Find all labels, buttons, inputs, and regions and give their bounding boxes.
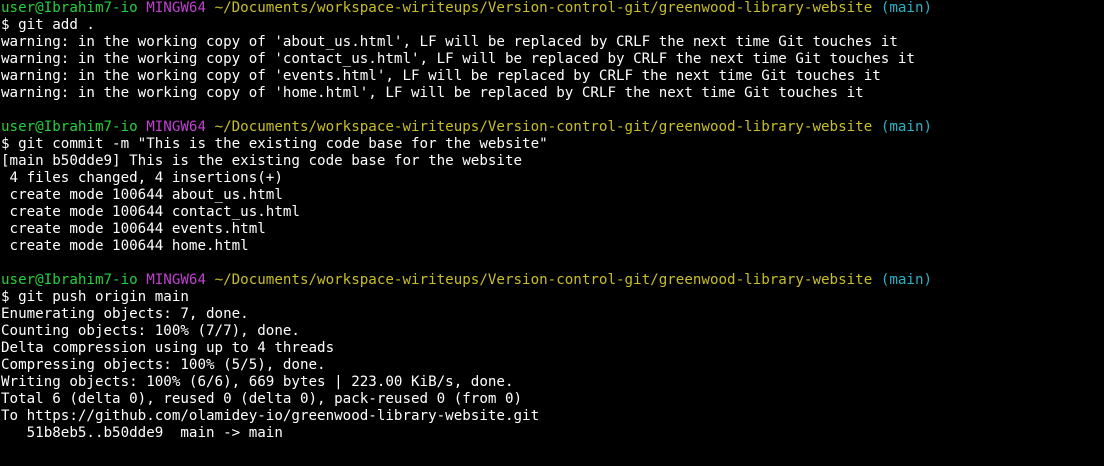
output-line: Writing objects: 100% (6/6), 669 bytes |… (1, 374, 514, 390)
output-line: Enumerating objects: 7, done. (1, 306, 249, 322)
prompt-line: user@Ibrahim7-io MINGW64 ~/Documents/wor… (1, 272, 1104, 289)
prompt-env: MINGW64 (146, 119, 207, 135)
prompt-user-host: user@Ibrahim7-io (1, 272, 138, 288)
output-line: 4 files changed, 4 insertions(+) (1, 170, 283, 186)
output-line: warning: in the working copy of 'events.… (1, 68, 881, 84)
output-line: create mode 100644 contact_us.html (1, 204, 300, 220)
output-line: [main b50dde9] This is the existing code… (1, 153, 523, 169)
output-line: warning: in the working copy of 'home.ht… (1, 85, 864, 101)
output-line: Compressing objects: 100% (5/5), done. (1, 357, 326, 373)
prompt-env: MINGW64 (146, 272, 207, 288)
command-line: $ git commit -m "This is the existing co… (1, 136, 548, 152)
output-line: Total 6 (delta 0), reused 0 (delta 0), p… (1, 391, 523, 407)
output-line: To https://github.com/olamidey-io/greenw… (1, 408, 540, 424)
output-line: Delta compression using up to 4 threads (1, 340, 335, 356)
output-line: Counting objects: 100% (7/7), done. (1, 323, 300, 339)
prompt-branch: (main) (880, 119, 933, 135)
prompt-path: ~/Documents/workspace-wiriteups/Version-… (214, 119, 873, 135)
prompt-line: user@Ibrahim7-io MINGW64 ~/Documents/wor… (1, 119, 1104, 136)
command-line: $ git push origin main (1, 289, 189, 305)
prompt-path: ~/Documents/workspace-wiriteups/Version-… (214, 0, 873, 16)
output-line: warning: in the working copy of 'contact… (1, 51, 915, 67)
command-line: $ git add . (1, 17, 95, 33)
output-line: create mode 100644 events.html (1, 221, 266, 237)
prompt-branch: (main) (880, 0, 933, 16)
prompt-user-host: user@Ibrahim7-io (1, 0, 138, 16)
output-line: warning: in the working copy of 'about_u… (1, 34, 898, 50)
prompt-user-host: user@Ibrahim7-io (1, 119, 138, 135)
output-line: create mode 100644 home.html (1, 238, 249, 254)
prompt-path: ~/Documents/workspace-wiriteups/Version-… (214, 272, 873, 288)
output-line: 51b8eb5..b50dde9 main -> main (1, 425, 283, 441)
prompt-branch: (main) (880, 272, 933, 288)
output-line: create mode 100644 about_us.html (1, 187, 283, 203)
terminal-window[interactable]: user@Ibrahim7-io MINGW64 ~/Documents/wor… (0, 0, 1104, 466)
prompt-line: user@Ibrahim7-io MINGW64 ~/Documents/wor… (1, 0, 1104, 17)
prompt-env: MINGW64 (146, 0, 207, 16)
